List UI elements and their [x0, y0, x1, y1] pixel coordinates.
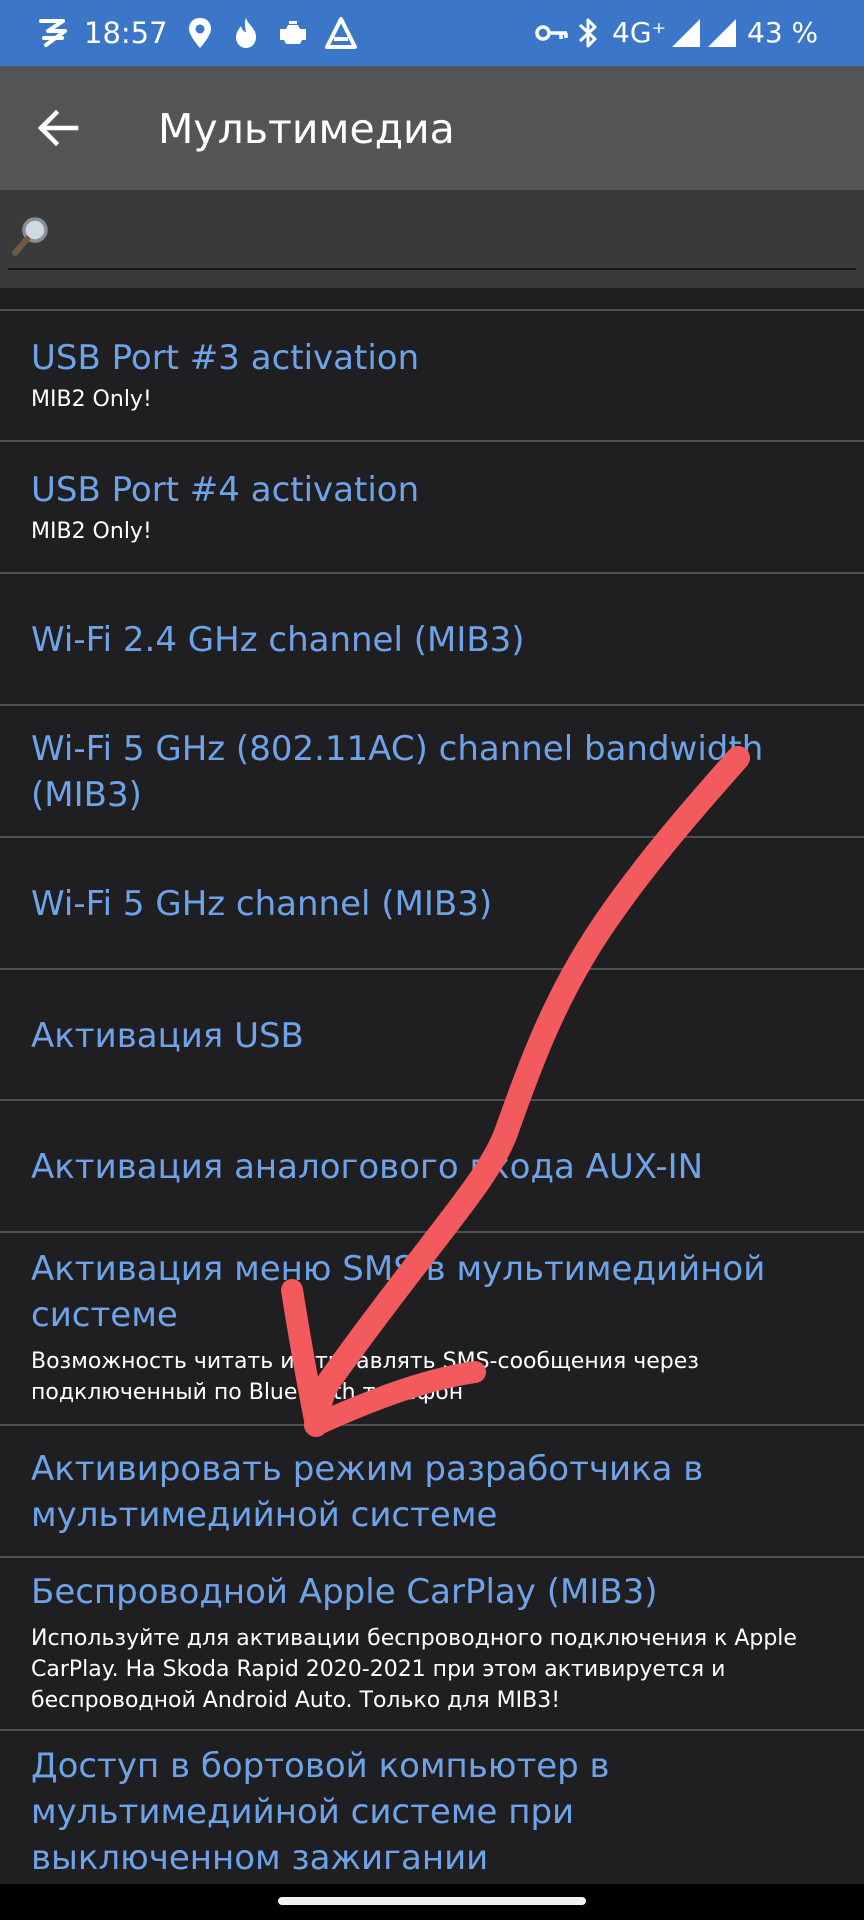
home-gesture-handle[interactable] — [278, 1897, 586, 1905]
list-item[interactable]: Беспроводной Apple CarPlay (MIB3) Исполь… — [0, 1558, 864, 1731]
navigation-bar — [0, 1884, 864, 1920]
app-bar: Мультимедиа — [0, 66, 864, 190]
drive-icon — [325, 17, 357, 49]
item-title: Беспроводной Apple CarPlay (MIB3) — [31, 1572, 658, 1612]
list-item[interactable]: Активация меню SMS в мультимедийной сист… — [0, 1233, 864, 1426]
car-engine-icon — [280, 21, 306, 44]
list-item[interactable]: Доступ в бортовой компьютер в мультимеди… — [0, 1731, 864, 1891]
list-item[interactable]: Wi-Fi 5 GHz channel (MIB3) — [0, 838, 864, 970]
list-item[interactable]: Активировать режим разработчика в мульти… — [0, 1426, 864, 1558]
status-time: 18:57 — [84, 16, 168, 50]
location-icon — [189, 18, 211, 48]
search-underline — [8, 268, 856, 270]
list-item[interactable]: Wi-Fi 2.4 GHz channel (MIB3) — [0, 574, 864, 706]
item-title: Активация аналогового входа AUX-IN — [31, 1147, 704, 1187]
list-item[interactable]: Активация аналогового входа AUX-IN — [0, 1101, 864, 1233]
signal-icon — [672, 19, 700, 47]
list-item[interactable]: Активация USB — [0, 970, 864, 1101]
item-subtitle: MIB2 Only! — [31, 519, 152, 544]
app-logo-icon — [39, 19, 67, 47]
page-title: Мультимедиа — [158, 105, 455, 153]
search-icon — [12, 217, 48, 256]
search-input[interactable] — [62, 212, 836, 260]
item-title: USB Port #3 activation — [31, 338, 420, 378]
item-title: Доступ в бортовой компьютер в мультимеди… — [31, 1746, 610, 1878]
search-bar — [0, 190, 864, 288]
signal-icon — [708, 19, 736, 47]
list-item[interactable]: Wi-Fi 5 GHz (802.11AC) channel bandwidth… — [0, 706, 864, 838]
item-subtitle: Используйте для активации беспроводного … — [31, 1626, 797, 1713]
back-arrow-icon[interactable] — [30, 100, 86, 156]
flame-icon — [236, 18, 256, 48]
network-type: 4G⁺ — [612, 16, 667, 49]
list-item[interactable]: USB Port #3 activation MIB2 Only! — [0, 311, 864, 442]
bluetooth-icon — [578, 18, 597, 48]
item-subtitle: Возможность читать и отправлять SMS-сооб… — [31, 1349, 699, 1405]
item-title: Активировать режим разработчика в мульти… — [31, 1449, 704, 1535]
key-icon — [535, 25, 568, 41]
list-item[interactable]: USB Port #4 activation MIB2 Only! — [0, 442, 864, 574]
status-bar: 18:57 4G⁺ 43 % — [0, 0, 864, 66]
item-title: Wi-Fi 5 GHz (802.11AC) channel bandwidth… — [31, 729, 764, 815]
item-subtitle: MIB2 Only! — [31, 387, 152, 412]
battery-level: 43 % — [747, 16, 819, 49]
item-title: Wi-Fi 5 GHz channel (MIB3) — [31, 884, 493, 924]
item-title: Активация меню SMS в мультимедийной сист… — [31, 1249, 766, 1335]
item-title: Wi-Fi 2.4 GHz channel (MIB3) — [31, 620, 525, 660]
item-title: USB Port #4 activation — [31, 470, 420, 510]
item-title: Активация USB — [31, 1016, 304, 1056]
